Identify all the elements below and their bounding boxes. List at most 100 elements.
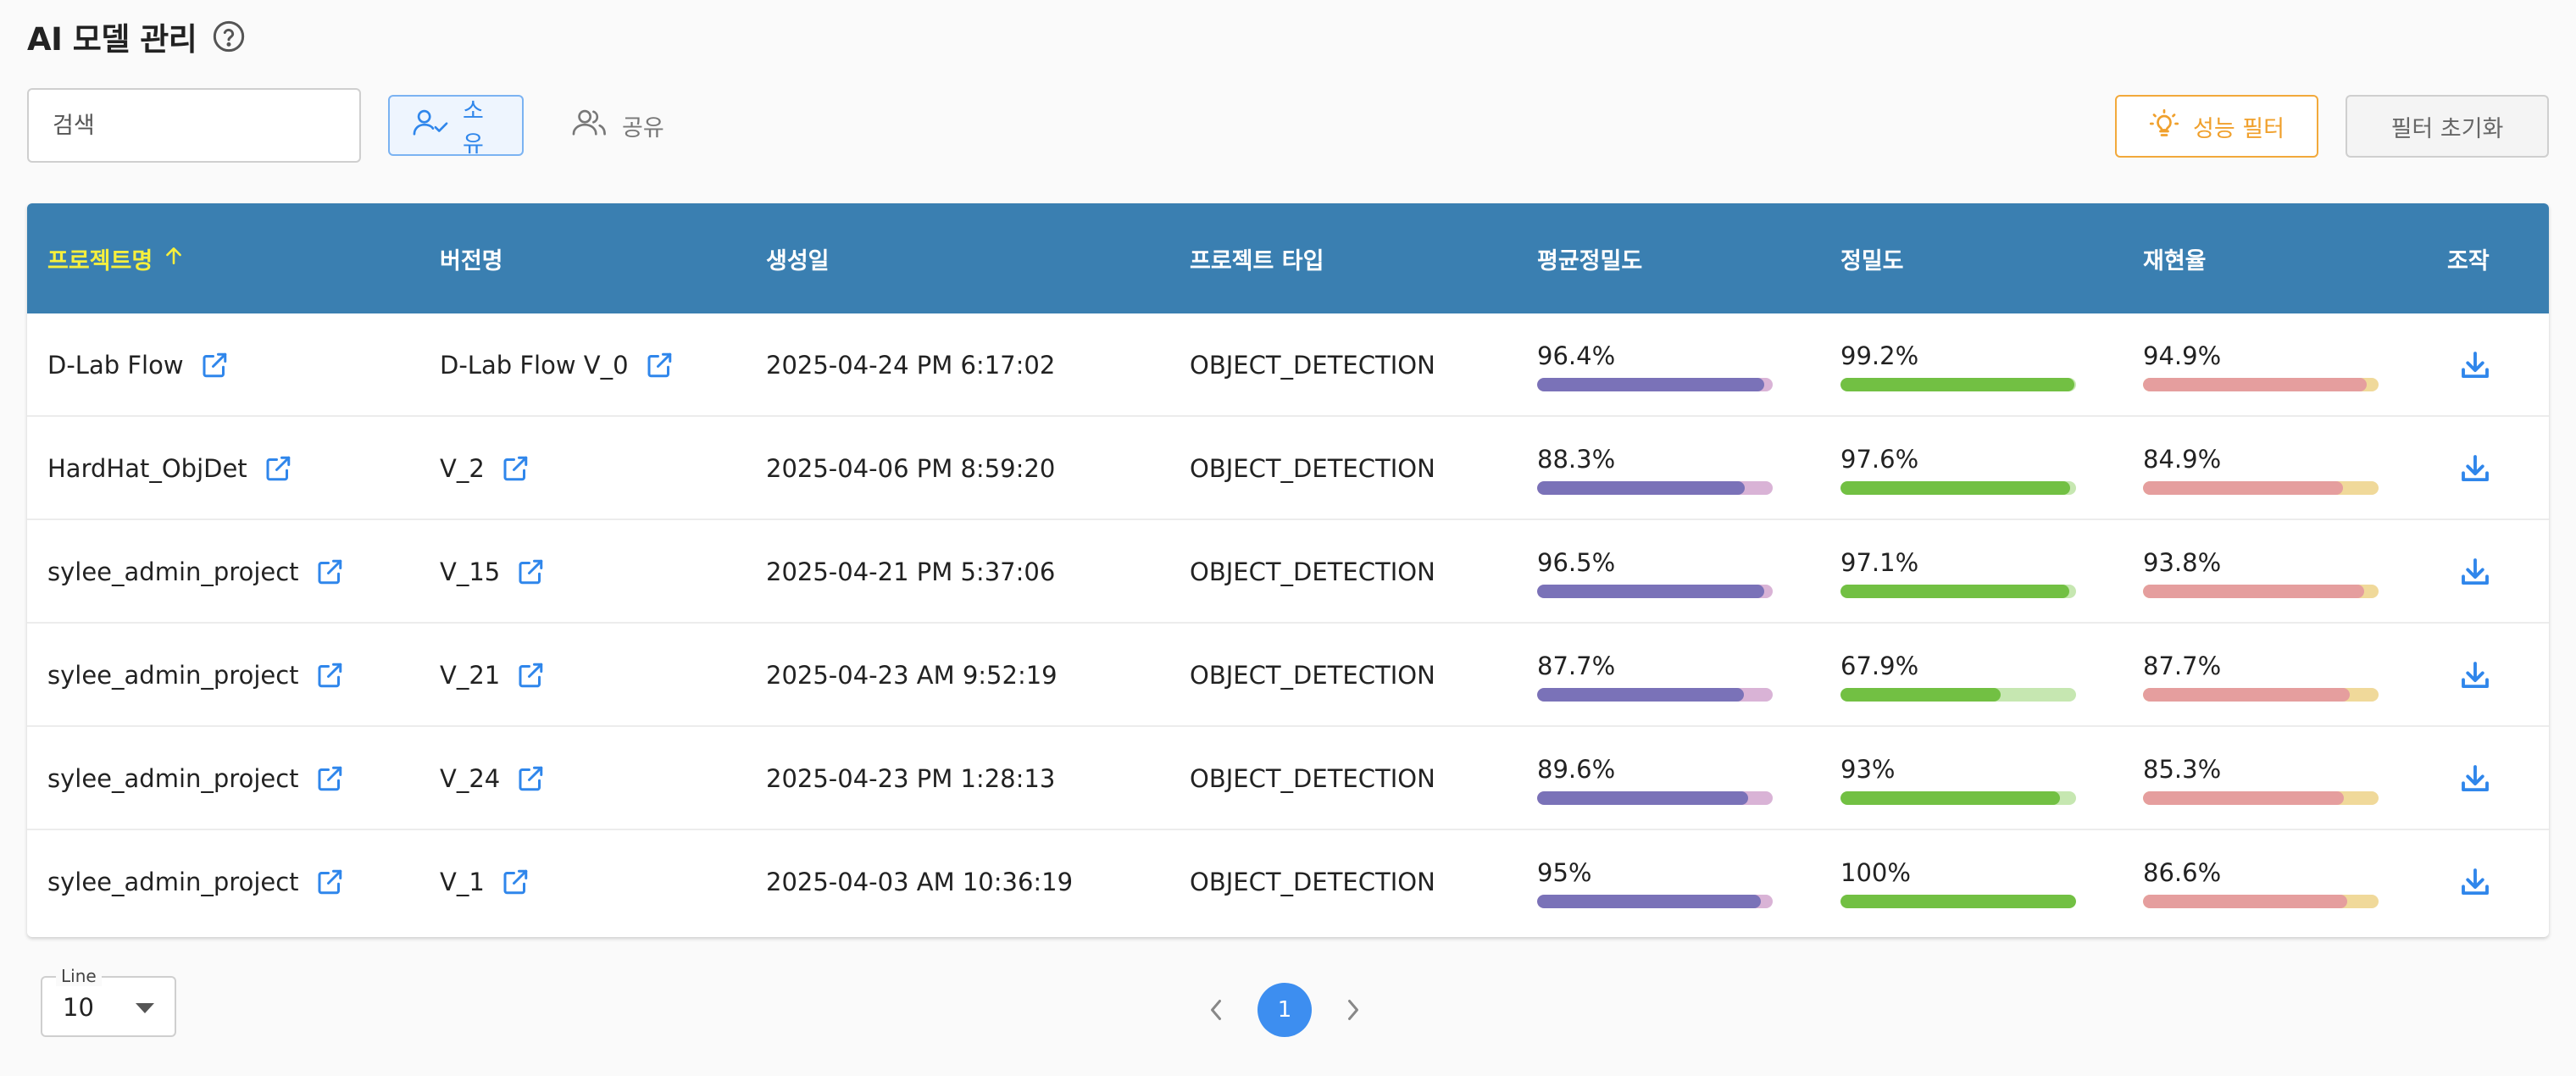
download-icon[interactable] (2457, 451, 2493, 486)
recall-metric: 94.9% (2143, 342, 2379, 391)
recall-value: 87.7% (2143, 652, 2222, 680)
page-number-button[interactable]: 1 (1257, 983, 1312, 1037)
recall-progress-bar (2143, 688, 2379, 702)
rows-per-page-value: 10 (63, 993, 94, 1022)
project-name-cell: HardHat_ObjDet (47, 417, 293, 520)
created-date: 2025-04-06 PM 8:59:20 (766, 454, 1056, 483)
external-link-icon[interactable] (644, 350, 675, 380)
external-link-icon[interactable] (500, 453, 530, 484)
own-toggle-button[interactable]: 소유 (388, 95, 524, 158)
external-link-icon[interactable] (515, 763, 546, 794)
external-link-icon[interactable] (515, 660, 546, 691)
column-header-project[interactable]: 프로젝트명 (47, 242, 185, 275)
external-link-icon[interactable] (314, 763, 345, 794)
performance-filter-button[interactable]: 성능 필터 (2115, 95, 2318, 158)
external-link-icon[interactable] (314, 867, 345, 897)
ap-progress-bar (1537, 378, 1773, 391)
reset-filter-button[interactable]: 필터 초기화 (2346, 95, 2549, 158)
caret-down-icon (136, 1003, 154, 1013)
version-name: V_15 (440, 557, 501, 586)
ap-value: 96.5% (1537, 548, 1616, 577)
download-icon[interactable] (2457, 864, 2493, 900)
precision-metric: 93% (1840, 756, 2076, 805)
chevron-right-icon[interactable] (1341, 993, 1366, 1027)
external-link-icon[interactable] (515, 557, 546, 587)
own-toggle-label: 소유 (463, 98, 484, 158)
precision-metric: 100% (1840, 859, 2076, 908)
version-name-cell: V_1 (440, 830, 530, 934)
recall-metric: 84.9% (2143, 446, 2379, 495)
performance-filter-label: 성능 필터 (2193, 115, 2285, 142)
chevron-left-icon[interactable] (1203, 993, 1229, 1027)
created-date: 2025-04-23 PM 1:28:13 (766, 764, 1056, 793)
precision-value: 93% (1840, 755, 1896, 784)
user-check-icon (412, 108, 449, 144)
title-row: AI 모델 관리 (27, 12, 246, 61)
external-link-icon[interactable] (263, 453, 293, 484)
recall-metric: 85.3% (2143, 756, 2379, 805)
version-name-cell: V_15 (440, 520, 546, 624)
column-header-type[interactable]: 프로젝트 타입 (1190, 242, 1324, 275)
column-header-precision[interactable]: 정밀도 (1840, 242, 1904, 275)
column-header-created[interactable]: 생성일 (766, 242, 830, 275)
external-link-icon[interactable] (314, 557, 345, 587)
recall-value: 93.8% (2143, 548, 2222, 577)
recall-metric: 93.8% (2143, 549, 2379, 598)
shared-toggle-label: 공유 (622, 114, 664, 141)
recall-progress-bar (2143, 791, 2379, 805)
created-date: 2025-04-03 AM 10:36:19 (766, 868, 1074, 896)
users-icon (571, 108, 608, 144)
download-icon[interactable] (2457, 761, 2493, 796)
precision-value: 67.9% (1840, 652, 1919, 680)
precision-value: 97.1% (1840, 548, 1919, 577)
project-name-cell: D-Lab Flow (47, 313, 230, 417)
column-header-recall[interactable]: 재현율 (2143, 242, 2207, 275)
version-name: V_21 (440, 661, 501, 690)
download-icon[interactable] (2457, 347, 2493, 383)
ap-metric: 87.7% (1537, 652, 1773, 702)
page-title: AI 모델 관리 (27, 21, 197, 58)
download-icon[interactable] (2457, 657, 2493, 693)
project-name: sylee_admin_project (47, 557, 299, 586)
external-link-icon[interactable] (199, 350, 230, 380)
project-type: OBJECT_DETECTION (1190, 661, 1435, 690)
table-row: sylee_admin_project V_24 2025-04-23 PM 1:2… (27, 727, 2549, 830)
download-icon[interactable] (2457, 554, 2493, 590)
external-link-icon[interactable] (500, 867, 530, 897)
precision-value: 99.2% (1840, 341, 1919, 370)
recall-value: 94.9% (2143, 341, 2222, 370)
ap-progress-bar (1537, 895, 1773, 908)
version-name-cell: V_21 (440, 624, 546, 727)
project-name: sylee_admin_project (47, 764, 299, 793)
project-type: OBJECT_DETECTION (1190, 764, 1435, 793)
precision-progress-bar (1840, 688, 2076, 702)
rows-per-page-select[interactable]: Line 10 (41, 966, 176, 1037)
precision-progress-bar (1840, 378, 2076, 391)
precision-metric: 97.6% (1840, 446, 2076, 495)
ap-progress-bar (1537, 585, 1773, 598)
column-header-ap[interactable]: 평균정밀도 (1537, 242, 1642, 275)
precision-metric: 97.1% (1840, 549, 2076, 598)
precision-metric: 67.9% (1840, 652, 2076, 702)
precision-progress-bar (1840, 481, 2076, 495)
shared-toggle-button[interactable]: 공유 (547, 95, 686, 156)
project-type: OBJECT_DETECTION (1190, 868, 1435, 896)
ap-value: 95% (1537, 858, 1592, 887)
help-circle-icon[interactable] (212, 19, 246, 53)
project-type: OBJECT_DETECTION (1190, 454, 1435, 483)
recall-value: 86.6% (2143, 858, 2222, 887)
column-header-version[interactable]: 버전명 (440, 242, 503, 275)
version-name: D-Lab Flow V_0 (440, 351, 629, 380)
created-date: 2025-04-21 PM 5:37:06 (766, 557, 1056, 586)
table-body: D-Lab Flow D-Lab Flow V_0 2025-04-24 PM 6:… (27, 313, 2549, 934)
ap-metric: 96.4% (1537, 342, 1773, 391)
recall-progress-bar (2143, 481, 2379, 495)
search-input[interactable] (27, 88, 361, 163)
external-link-icon[interactable] (314, 660, 345, 691)
precision-value: 100% (1840, 858, 1911, 887)
arrow-up-icon (163, 245, 185, 273)
ap-value: 88.3% (1537, 445, 1616, 474)
ap-metric: 95% (1537, 859, 1773, 908)
project-type: OBJECT_DETECTION (1190, 557, 1435, 586)
ap-value: 87.7% (1537, 652, 1616, 680)
